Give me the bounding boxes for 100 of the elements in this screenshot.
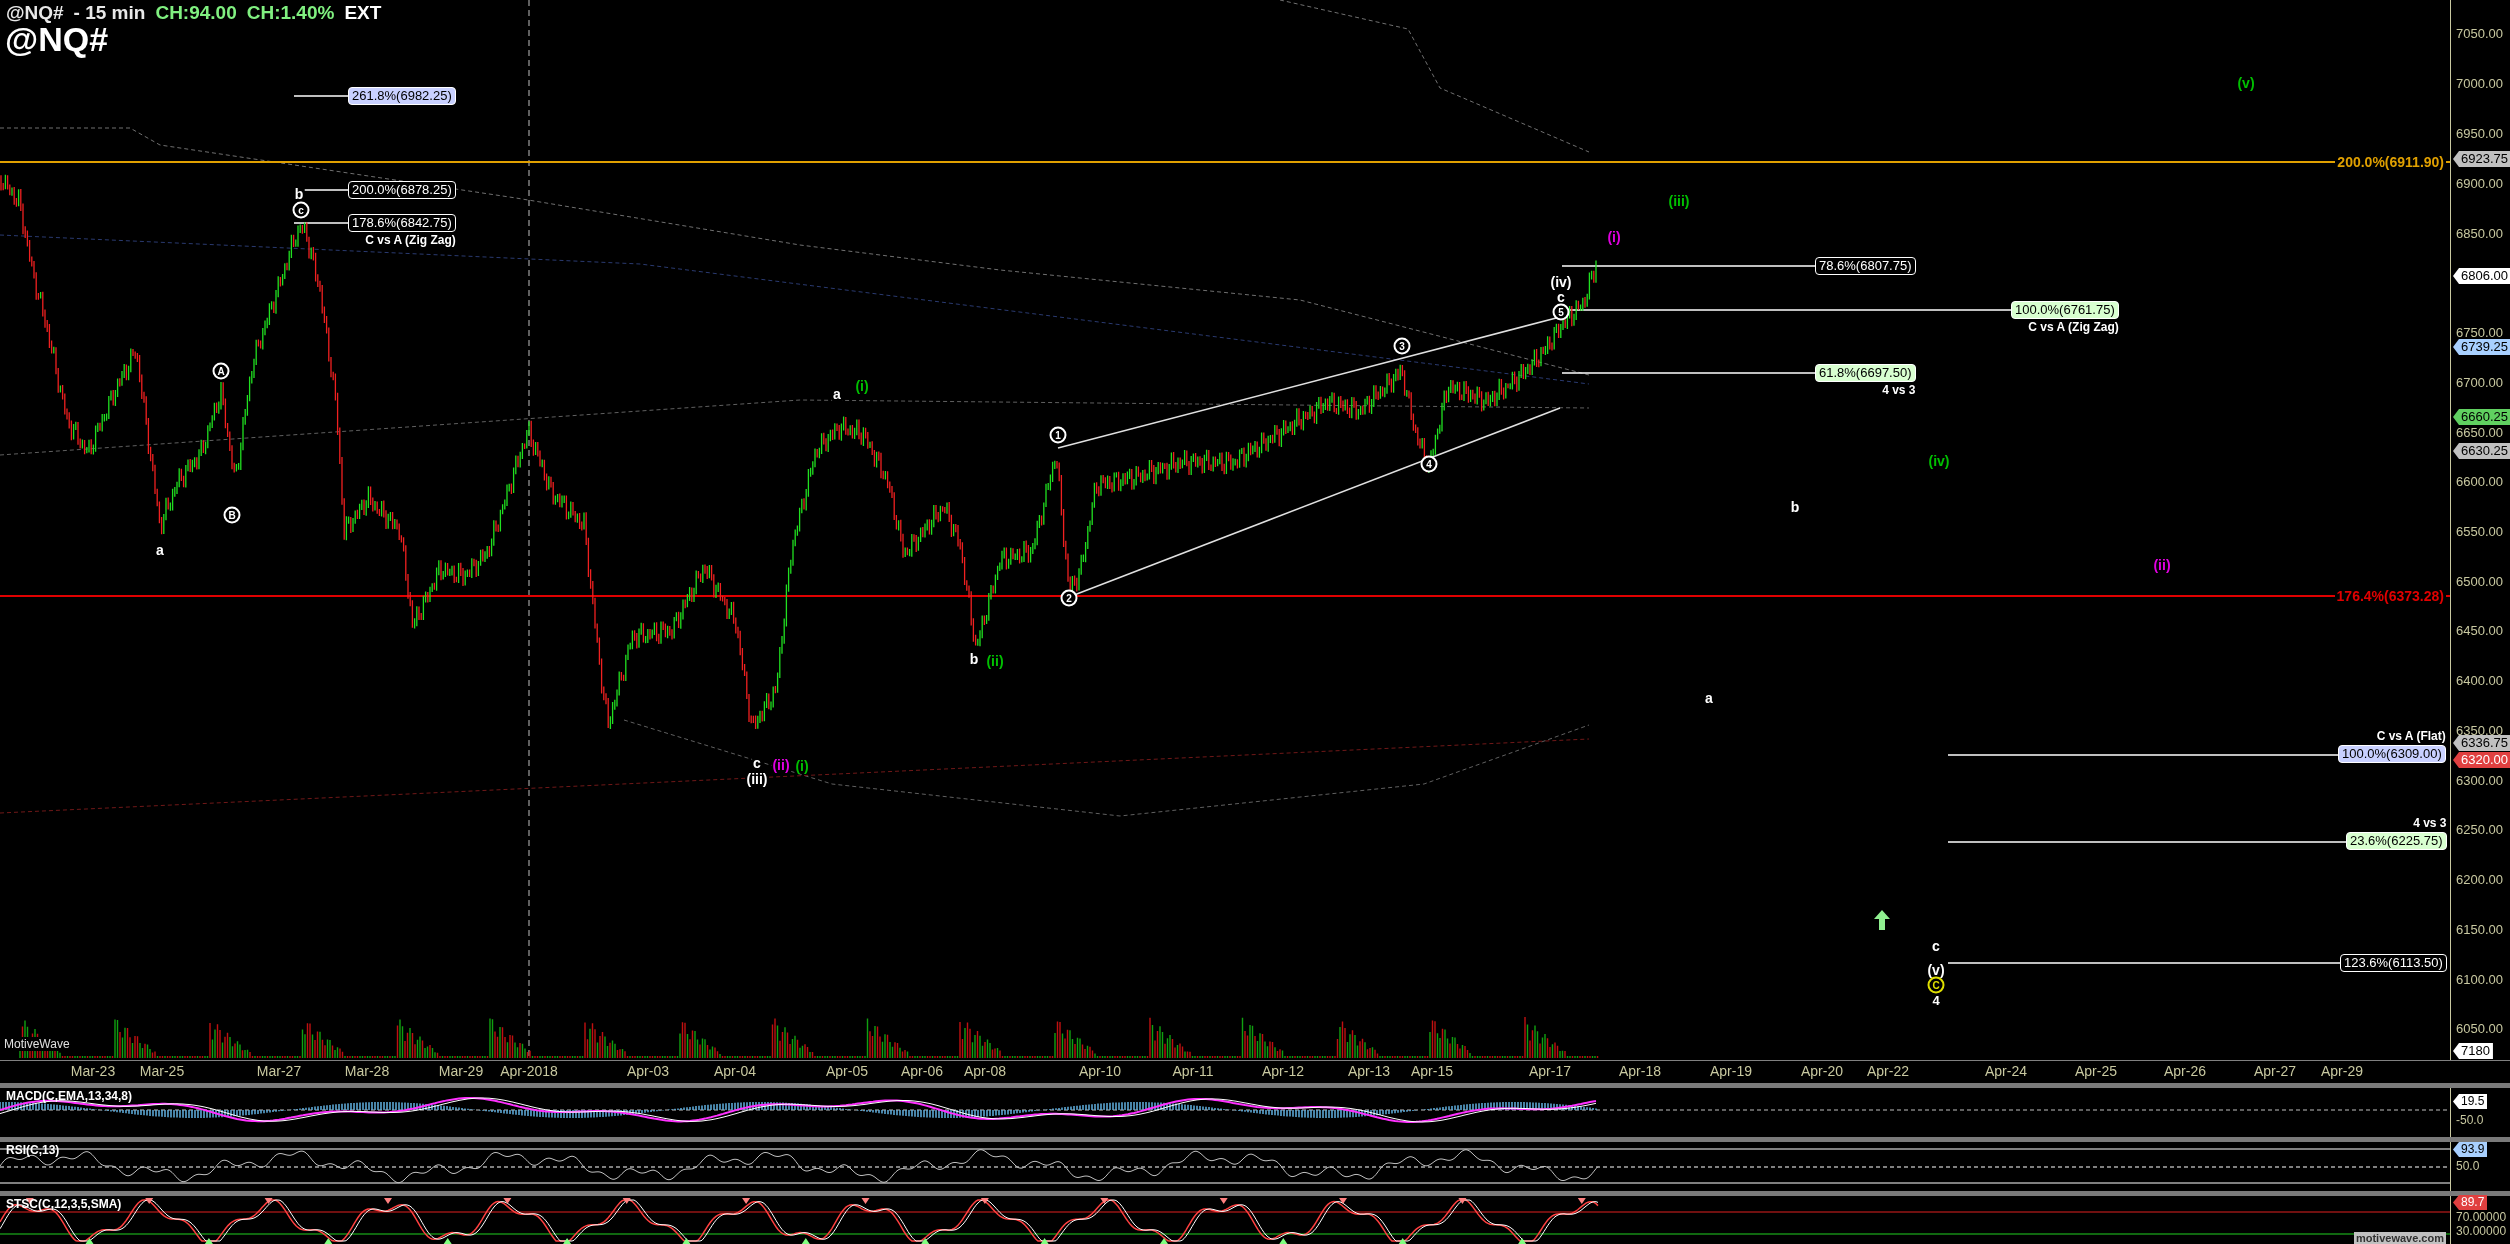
date-label: Apr-05 xyxy=(826,1063,868,1079)
date-label: Apr-24 xyxy=(1985,1063,2027,1079)
wave-label: b xyxy=(293,187,305,201)
wave-label: (i) xyxy=(1606,230,1622,244)
wave-label: B xyxy=(223,506,241,524)
interval-label: - 15 min xyxy=(73,2,146,24)
indicator-tag: 19.5 xyxy=(2453,1094,2488,1109)
fib-level-label: 61.8%(6697.50) xyxy=(1815,364,1916,382)
indicator-tag: 93.9 xyxy=(2453,1142,2488,1157)
date-label: Mar-23 xyxy=(70,1063,116,1079)
price-tick: 6250.00 xyxy=(2456,822,2503,837)
indicator-tick: 50.0 xyxy=(2456,1159,2480,1173)
date-label: Mar-28 xyxy=(344,1063,390,1079)
date-label: Mar-27 xyxy=(256,1063,302,1079)
wave-label: (v) xyxy=(1926,963,1946,977)
price-tick: 6900.00 xyxy=(2456,176,2503,191)
fib-line xyxy=(293,222,349,224)
price-tick: 6400.00 xyxy=(2456,673,2503,688)
fib-level-label: 100.0%(6761.75) xyxy=(2011,301,2119,319)
date-label: Apr-17 xyxy=(1529,1063,1571,1079)
wave-label: (i) xyxy=(854,379,870,393)
indicator-tick: -50.0 xyxy=(2456,1113,2484,1127)
change-value: CH:1.40% xyxy=(246,2,335,24)
price-tag: 6923.75 xyxy=(2453,151,2510,167)
price-tick: 6600.00 xyxy=(2456,474,2503,489)
indicator-title: RSI(C,13) xyxy=(6,1143,60,1157)
wave-label: 5 xyxy=(1552,303,1570,321)
date-label: Apr-25 xyxy=(2075,1063,2117,1079)
indicator-title: MACD(C,EMA,13,34,8) xyxy=(6,1089,133,1103)
indicator-title: STSC(C,12,3,5,SMA) xyxy=(6,1197,122,1211)
date-label: Apr-03 xyxy=(627,1063,669,1079)
price-tick: 6300.00 xyxy=(2456,773,2503,788)
price-tick: 6150.00 xyxy=(2456,922,2503,937)
wave-label: c xyxy=(752,756,762,770)
watermark-text: motivewave.com xyxy=(2353,1232,2446,1244)
up-arrow-icon xyxy=(1874,910,1890,930)
price-tag: 6320.00 xyxy=(2453,752,2510,768)
date-label: Mar-25 xyxy=(139,1063,185,1079)
date-label: Mar-29 xyxy=(438,1063,484,1079)
price-tick: 6650.00 xyxy=(2456,425,2503,440)
fib-note: C vs A (Flat) xyxy=(2376,728,2446,745)
wave-label: b xyxy=(1789,500,1801,514)
fib-note: C vs A (Zig Zag) xyxy=(2028,319,2119,336)
wave-label: (ii) xyxy=(771,758,791,772)
wave-label: (iv) xyxy=(1549,275,1573,289)
fib-level-label: 23.6%(6225.75) xyxy=(2346,832,2447,850)
price-tag: 6739.25 xyxy=(2453,339,2510,355)
date-label: Apr-06 xyxy=(901,1063,943,1079)
session-label: EXT xyxy=(344,2,382,24)
fib-level-label: 261.8%(6982.25) xyxy=(348,87,456,105)
price-tick: 7050.00 xyxy=(2456,26,2503,41)
price-tick: 6550.00 xyxy=(2456,524,2503,539)
wave-label: 4 xyxy=(1420,455,1438,473)
date-label: Apr-04 xyxy=(714,1063,756,1079)
fib-note: 4 vs 3 xyxy=(1882,382,1916,399)
wave-label: (ii) xyxy=(2152,558,2172,572)
wave-label: 4 xyxy=(1931,994,1941,1008)
price-tag: 6806.00 xyxy=(2453,268,2510,284)
date-label: Apr-18 xyxy=(1619,1063,1661,1079)
price-tick: 6700.00 xyxy=(2456,375,2503,390)
date-label: Apr-08 xyxy=(964,1063,1006,1079)
date-label: Apr-29 xyxy=(2321,1063,2363,1079)
fib-level-label: 123.6%(6113.50) xyxy=(2340,954,2447,972)
price-tick: 6850.00 xyxy=(2456,226,2503,241)
wave-label: b xyxy=(968,652,980,666)
wave-label: (iii) xyxy=(745,772,769,786)
wave-label: 1 xyxy=(1049,426,1067,444)
date-label: Apr-10 xyxy=(1079,1063,1121,1079)
date-label: Apr-11 xyxy=(1172,1063,1214,1079)
fib-note: C vs A (Zig Zag) xyxy=(365,232,456,249)
indicator-tick: 70.00000 xyxy=(2456,1210,2507,1224)
fib-level-label: 200.0%(6878.25) xyxy=(348,181,456,199)
price-tick: 6100.00 xyxy=(2456,972,2503,987)
price-tick: 6200.00 xyxy=(2456,872,2503,887)
indicator-tick: 30.00000 xyxy=(2456,1224,2507,1238)
price-tag: 6336.75 xyxy=(2453,735,2510,751)
price-tick: 6950.00 xyxy=(2456,126,2503,141)
date-label: Apr-2018 xyxy=(500,1063,558,1079)
volume-label: MotiveWave xyxy=(4,1037,70,1051)
fib-note: 4 vs 3 xyxy=(2413,815,2447,832)
fib-level-label: 100.0%(6309.00) xyxy=(2338,745,2446,763)
price-tick: 6750.00 xyxy=(2456,325,2503,340)
price-tick: 6450.00 xyxy=(2456,623,2503,638)
fib-level-label: 178.6%(6842.75) xyxy=(348,214,456,232)
date-label: Apr-19 xyxy=(1710,1063,1752,1079)
wave-label: (iv) xyxy=(1927,454,1951,468)
fib-line xyxy=(293,95,349,97)
date-label: Apr-15 xyxy=(1411,1063,1453,1079)
date-label: Apr-27 xyxy=(2254,1063,2296,1079)
date-label: Apr-12 xyxy=(1262,1063,1304,1079)
price-tick: 6500.00 xyxy=(2456,574,2503,589)
wave-label: A xyxy=(212,362,230,380)
date-label: Apr-26 xyxy=(2164,1063,2206,1079)
date-label: Apr-13 xyxy=(1348,1063,1390,1079)
date-label: Apr-22 xyxy=(1867,1063,1909,1079)
date-label: Apr-20 xyxy=(1801,1063,1843,1079)
wave-label: c xyxy=(292,201,310,219)
level-label: 200.0%(6911.90) xyxy=(2335,154,2446,170)
level-label: 176.4%(6373.28) xyxy=(2334,588,2446,604)
price-tag: 6630.25 xyxy=(2453,443,2510,459)
